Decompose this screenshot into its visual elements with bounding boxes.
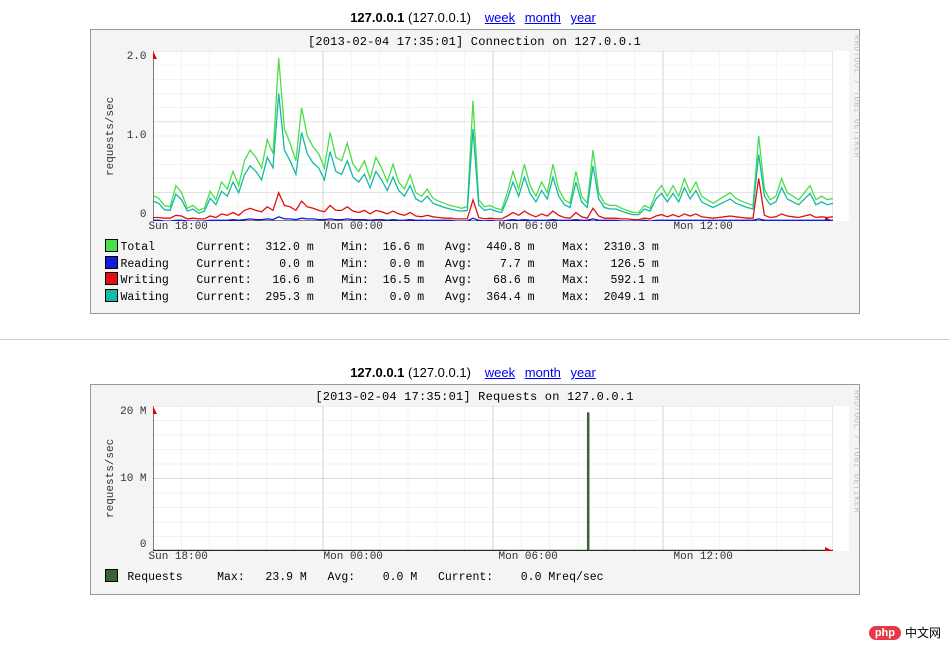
legend: Requests Max: 23.9 M Avg: 0.0 M Current:…: [105, 569, 849, 586]
connection-graph: RRDTOOL / TOBI OETIKER [2013-02-04 17:35…: [90, 29, 860, 314]
ytick: 0: [140, 539, 147, 551]
legend: Total Current: 312.0 m Min: 16.6 m Avg: …: [105, 239, 849, 305]
ytick: 0: [140, 209, 147, 221]
host-bold: 127.0.0.1: [350, 365, 404, 380]
rrdtool-credit: RRDTOOL / TOBI OETIKER: [847, 390, 861, 589]
link-month[interactable]: month: [525, 365, 561, 380]
chart-header: 127.0.0.1 (127.0.0.1) week month year: [0, 365, 949, 380]
link-month[interactable]: month: [525, 10, 561, 25]
xtick: Mon 06:00: [499, 221, 674, 233]
rrdtool-credit: RRDTOOL / TOBI OETIKER: [847, 35, 861, 308]
ytick: 20 M: [120, 406, 146, 418]
link-year[interactable]: year: [571, 365, 596, 380]
requests-section: 127.0.0.1 (127.0.0.1) week month year RR…: [0, 355, 949, 605]
xtick: Mon 06:00: [499, 551, 674, 563]
xtick: Sun 18:00: [149, 551, 324, 563]
plot-area: [153, 51, 849, 221]
x-ticks: Sun 18:00 Mon 00:00 Mon 06:00 Mon 12:00: [149, 551, 849, 563]
connection-section: 127.0.0.1 (127.0.0.1) week month year RR…: [0, 0, 949, 324]
host-bold: 127.0.0.1: [350, 10, 404, 25]
host-paren: (127.0.0.1): [408, 10, 471, 25]
y-ticks: 20 M 10 M 0: [117, 406, 153, 551]
ytick: 10 M: [120, 473, 146, 485]
x-ticks: Sun 18:00 Mon 00:00 Mon 06:00 Mon 12:00: [149, 221, 849, 233]
xtick: Mon 00:00: [324, 221, 499, 233]
xtick: Mon 00:00: [324, 551, 499, 563]
divider: [0, 339, 949, 340]
y-axis-label: requests/sec: [101, 51, 117, 221]
link-week[interactable]: week: [485, 365, 515, 380]
host-paren: (127.0.0.1): [408, 365, 471, 380]
xtick: Sun 18:00: [149, 221, 324, 233]
ytick: 2.0: [127, 51, 147, 63]
graph-title: [2013-02-04 17:35:01] Requests on 127.0.…: [101, 390, 849, 404]
y-ticks: 2.0 1.0 0: [117, 51, 153, 221]
xtick: Mon 12:00: [674, 221, 849, 233]
link-year[interactable]: year: [571, 10, 596, 25]
xtick: Mon 12:00: [674, 551, 849, 563]
graph-title: [2013-02-04 17:35:01] Connection on 127.…: [101, 35, 849, 49]
plot-area: [153, 406, 849, 551]
watermark-text: 中文网: [905, 624, 941, 641]
link-week[interactable]: week: [485, 10, 515, 25]
watermark: php 中文网: [869, 624, 941, 641]
requests-graph: RRDTOOL / TOBI OETIKER [2013-02-04 17:35…: [90, 384, 860, 595]
watermark-badge: php: [869, 626, 901, 640]
ytick: 1.0: [127, 130, 147, 142]
chart-header: 127.0.0.1 (127.0.0.1) week month year: [0, 10, 949, 25]
y-axis-label: requests/sec: [101, 406, 117, 551]
